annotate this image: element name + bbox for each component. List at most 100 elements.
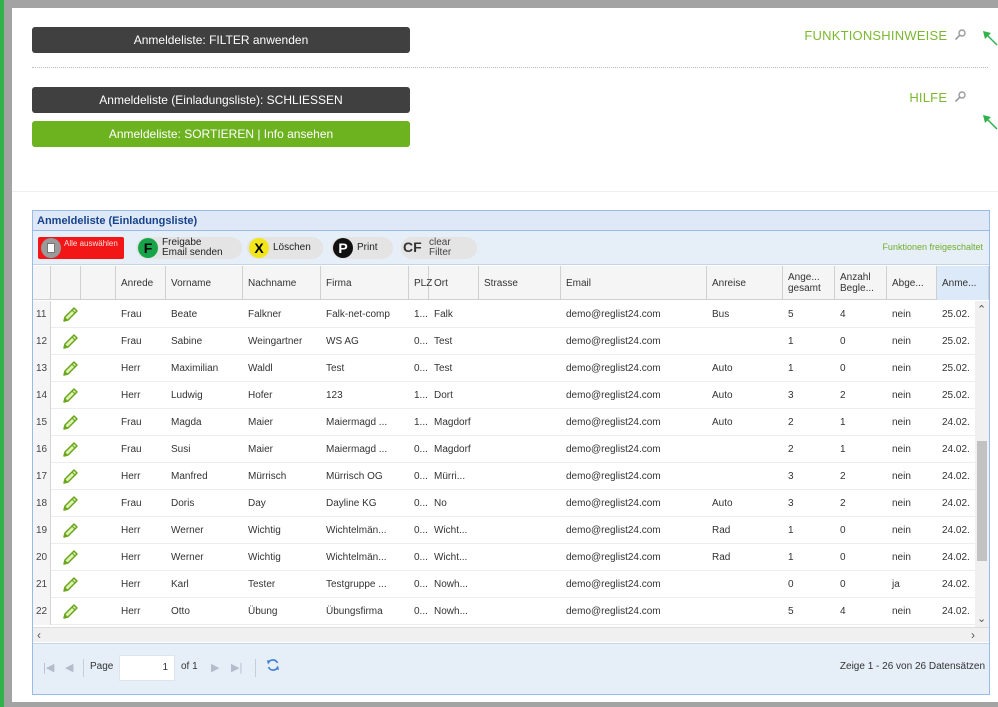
cell-begl: 0 xyxy=(840,552,846,563)
scroll-thumb[interactable] xyxy=(977,441,987,561)
cell-plz: 0... xyxy=(414,579,428,590)
column-header-label: Nachname xyxy=(248,277,297,289)
table-row[interactable]: 11 Frau Beate Falkner Falk-net-comp 1... Falk d… xyxy=(33,301,975,328)
release-email-button[interactable]: F Freigabe Email senden xyxy=(136,237,242,259)
help-link[interactable]: HILFE xyxy=(909,90,966,105)
delete-button[interactable]: X Löschen xyxy=(247,237,323,259)
edit-pencil-icon[interactable] xyxy=(60,575,80,595)
column-header-ange[interactable]: Ange... gesamt xyxy=(783,266,835,300)
column-header-firma[interactable]: Firma xyxy=(321,266,409,300)
cell-firma: Maiermagd ... xyxy=(326,444,388,455)
edit-pencil-icon[interactable] xyxy=(60,602,80,622)
print-button[interactable]: P Print xyxy=(331,237,393,259)
column-header-label-line2: Begle... xyxy=(840,283,874,294)
row-number: 20 xyxy=(33,544,51,571)
edit-pencil-icon[interactable] xyxy=(60,521,80,541)
sort-info-button[interactable]: Anmeldeliste: SORTIEREN | Info ansehen xyxy=(32,121,410,147)
prev-page-icon[interactable]: ◀ xyxy=(65,661,73,674)
cell-strasse xyxy=(479,355,561,382)
column-header-anreise[interactable]: Anreise xyxy=(707,266,783,300)
vertical-scrollbar[interactable]: ⌃ ⌄ xyxy=(975,301,989,627)
column-header-begl[interactable]: Anzahl Begle... xyxy=(835,266,887,300)
table-row[interactable]: 12 Frau Sabine Weingartner WS AG 0... Test demo… xyxy=(33,328,975,355)
cell-begl: 4 xyxy=(840,606,846,617)
registration-grid-panel: Anmeldeliste (Einladungsliste) Alle ausw… xyxy=(32,210,990,695)
cell-firma: Testgruppe ... xyxy=(326,579,387,590)
last-page-icon[interactable]: ▶| xyxy=(231,661,242,674)
table-row[interactable]: 18 Frau Doris Day Dayline KG 0... No demo@regli… xyxy=(33,490,975,517)
table-row[interactable]: 13 Herr Maximilian Waldl Test 0... Test demo@re… xyxy=(33,355,975,382)
edit-pencil-icon[interactable] xyxy=(60,440,80,460)
table-row[interactable]: 20 Herr Werner Wichtig Wichtelmän... 0... Wich… xyxy=(33,544,975,571)
edit-pencil-icon[interactable] xyxy=(60,332,80,352)
table-row[interactable]: 21 Herr Karl Tester Testgruppe ... 0... Nowh..… xyxy=(33,571,975,598)
column-header-label: Anme... xyxy=(942,277,977,289)
cell-nachname: Maier xyxy=(248,417,274,428)
cell-anrede: Herr xyxy=(121,552,141,563)
row-number: 15 xyxy=(33,409,51,436)
column-header-vorname[interactable]: Vorname xyxy=(166,266,243,300)
cell-begl: 4 xyxy=(840,309,846,320)
delete-x-icon: X xyxy=(249,238,269,258)
cell-strasse xyxy=(479,463,561,490)
select-all-label: Alle auswählen xyxy=(64,239,118,248)
column-header-abge[interactable]: Abge... xyxy=(887,266,937,300)
cell-email: demo@reglist24.com xyxy=(566,498,661,509)
function-hints-link[interactable]: FUNKTIONSHINWEISE xyxy=(804,28,966,43)
page-number-input[interactable]: 1 xyxy=(119,655,175,681)
cell-vorname: Beate xyxy=(171,309,198,320)
edit-pencil-icon[interactable] xyxy=(60,386,80,406)
edit-pencil-icon[interactable] xyxy=(60,467,80,487)
cell-ange: 3 xyxy=(788,471,794,482)
horizontal-scrollbar[interactable]: ‹ › xyxy=(33,627,989,642)
clear-filter-button[interactable]: CF clear Filter xyxy=(401,237,477,259)
cell-begl: 0 xyxy=(840,363,846,374)
row-number: 14 xyxy=(33,382,51,409)
cell-plz: 0... xyxy=(414,498,428,509)
cell-plz: 0... xyxy=(414,363,428,374)
paging-info-text: Zeige 1 - 26 von 26 Datensätzen xyxy=(839,661,985,672)
refresh-icon[interactable] xyxy=(266,658,280,672)
scroll-down-icon[interactable]: ⌄ xyxy=(977,612,986,625)
cell-vorname: Karl xyxy=(171,579,189,590)
next-page-icon[interactable]: ▶ xyxy=(211,661,219,674)
edit-pencil-icon[interactable] xyxy=(60,413,80,433)
edit-pencil-icon[interactable] xyxy=(60,305,80,325)
column-header-anme[interactable]: Anme... xyxy=(937,266,989,300)
cell-anme: 24.02. xyxy=(942,525,970,536)
scroll-up-icon[interactable]: ⌃ xyxy=(977,303,986,316)
table-row[interactable]: 14 Herr Ludwig Hofer 123 1... Dort demo@reglist… xyxy=(33,382,975,409)
column-header-nachname[interactable]: Nachname xyxy=(243,266,321,300)
cell-ort: Test xyxy=(434,363,453,374)
close-list-button[interactable]: Anmeldeliste (Einladungsliste): SCHLIESS… xyxy=(32,87,410,113)
table-row[interactable]: 15 Frau Magda Maier Maiermagd ... 1... Magdorf… xyxy=(33,409,975,436)
cell-anrede: Frau xyxy=(121,498,142,509)
scroll-left-icon[interactable]: ‹ xyxy=(37,628,41,642)
table-row[interactable]: 22 Herr Otto Übung Übungsfirma 0... Nowh... dem… xyxy=(33,598,975,625)
cell-nachname: Day xyxy=(248,498,266,509)
column-header-ort[interactable]: Ort xyxy=(429,266,479,300)
table-row[interactable]: 19 Herr Werner Wichtig Wichtelmän... 0... Wich… xyxy=(33,517,975,544)
cell-plz: 0... xyxy=(414,606,428,617)
column-header-strasse[interactable]: Strasse xyxy=(479,266,561,300)
first-page-icon[interactable]: |◀ xyxy=(43,661,54,674)
table-row[interactable]: 16 Frau Susi Maier Maiermagd ... 0... Magdorf d… xyxy=(33,436,975,463)
column-header-plz[interactable]: PLZ xyxy=(409,266,432,300)
cell-email: demo@reglist24.com xyxy=(566,525,661,536)
edit-pencil-icon[interactable] xyxy=(60,494,80,514)
column-header-anrede[interactable]: Anrede xyxy=(116,266,166,300)
scroll-right-icon[interactable]: › xyxy=(971,628,975,642)
select-all-button[interactable]: Alle auswählen xyxy=(38,237,124,259)
cell-anreise: Auto xyxy=(712,417,733,428)
cell-anme: 25.02. xyxy=(942,336,970,347)
cell-anme: 24.02. xyxy=(942,498,970,509)
edit-pencil-icon[interactable] xyxy=(60,359,80,379)
cell-email: demo@reglist24.com xyxy=(566,336,661,347)
column-header-label: Vorname xyxy=(171,277,212,289)
row-number: 19 xyxy=(33,517,51,544)
column-header-email[interactable]: Email xyxy=(561,266,707,300)
filter-button[interactable]: Anmeldeliste: FILTER anwenden xyxy=(32,27,410,53)
row-number: 21 xyxy=(33,571,51,598)
table-row[interactable]: 17 Herr Manfred Mürrisch Mürrisch OG 0... Mürr… xyxy=(33,463,975,490)
edit-pencil-icon[interactable] xyxy=(60,548,80,568)
